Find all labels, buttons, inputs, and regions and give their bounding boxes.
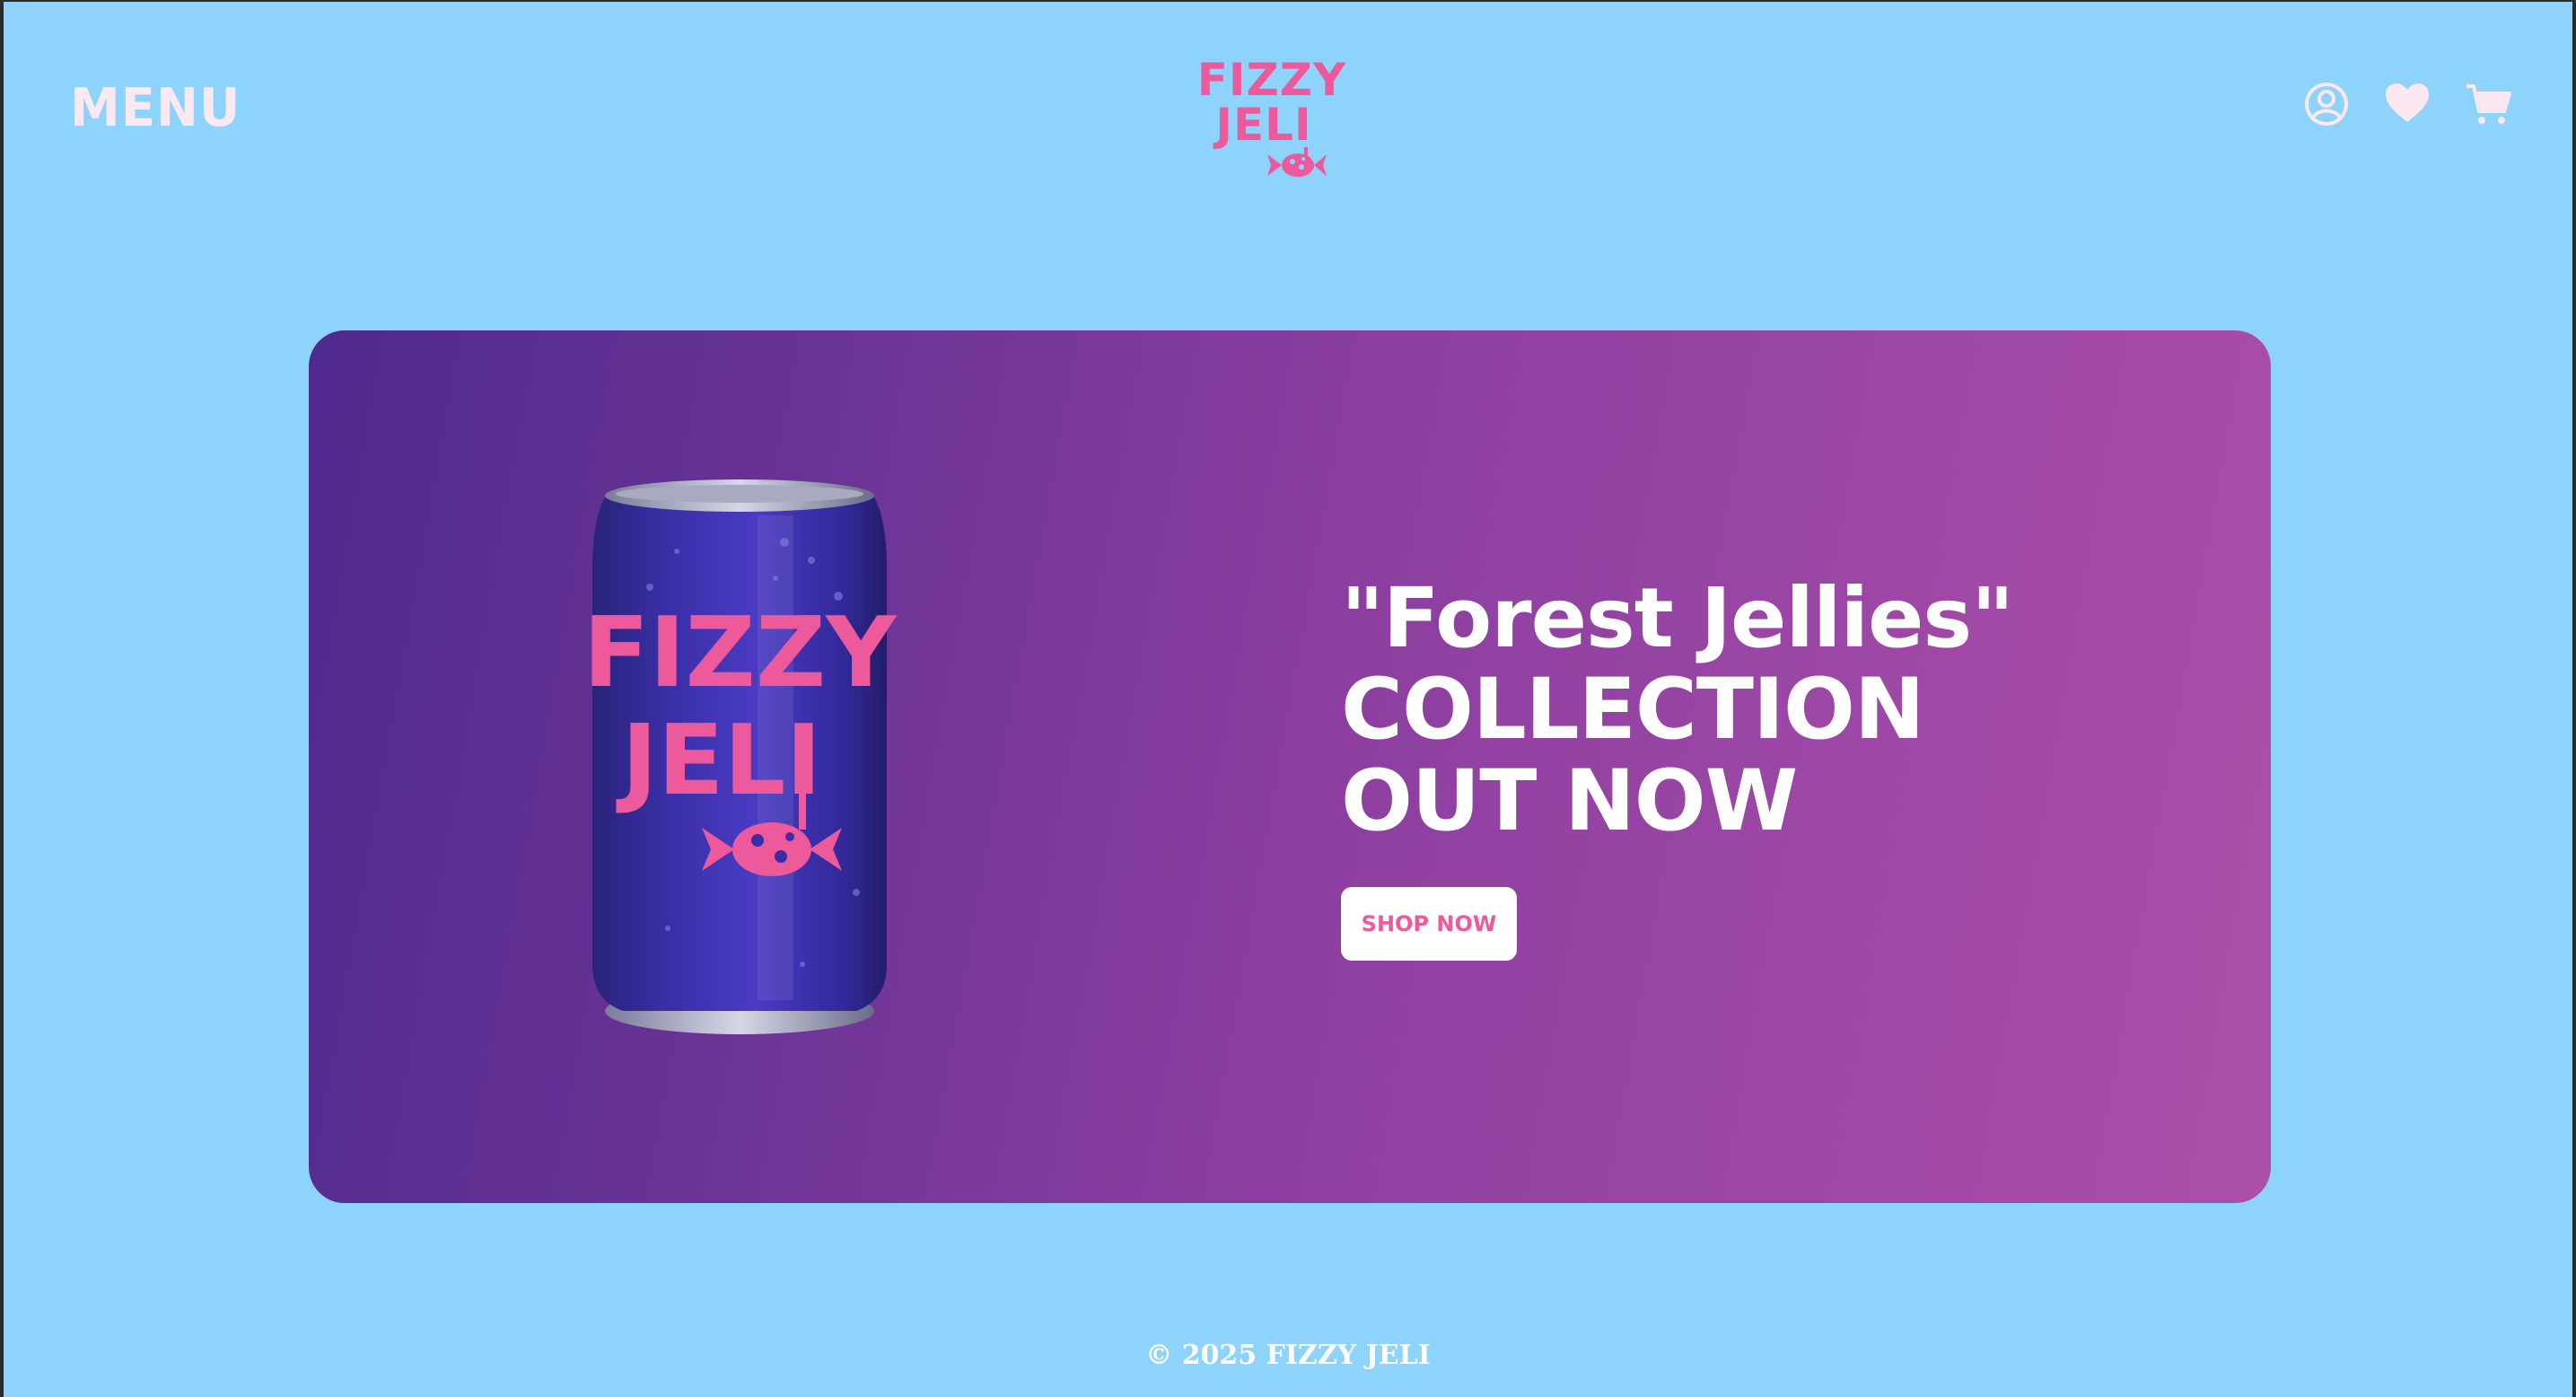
cart-icon[interactable]: [2465, 81, 2511, 127]
menu-button[interactable]: MENU: [70, 77, 241, 138]
header-actions: [2303, 81, 2511, 127]
brand-logo[interactable]: FIZZY JELI: [1196, 57, 1348, 192]
copyright-text: © 2025 FIZZY JELI: [1145, 1340, 1431, 1371]
hero-heading-line1: "Forest Jellies": [1341, 570, 2014, 666]
can-label-line1: FIZZY: [583, 597, 898, 709]
hero-banner: FIZZY JELI "Forest Jellies" COLLECTION O…: [309, 330, 2271, 1203]
hero-heading-line2: COLLECTION: [1341, 661, 1925, 759]
hero-heading-line3: OUT NOW: [1341, 752, 1798, 850]
site-header: MENU FIZZY JELI: [4, 2, 2572, 199]
account-icon[interactable]: [2303, 81, 2350, 127]
shop-now-button[interactable]: SHOP NOW: [1341, 887, 1517, 961]
heart-icon[interactable]: [2384, 81, 2431, 127]
hero-heading: "Forest Jellies" COLLECTION OUT NOW: [1341, 573, 2149, 848]
logo-text-line1: FIZZY: [1196, 54, 1347, 106]
soda-can-image: FIZZY JELI: [583, 479, 898, 1034]
candy-icon: [1267, 147, 1327, 177]
can-label-line2: JELI: [616, 705, 822, 817]
browser-viewport: MENU FIZZY JELI FIZZY JELI "Forest Jelli…: [4, 2, 2572, 1397]
logo-text-line2: JELI: [1215, 99, 1312, 151]
